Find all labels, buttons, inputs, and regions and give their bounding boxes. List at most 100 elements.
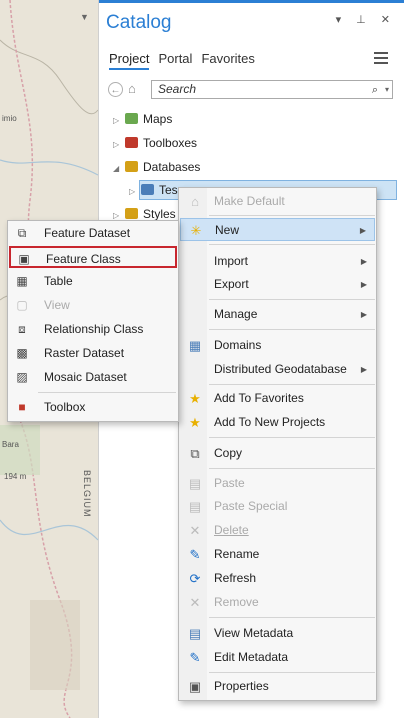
submenu-arrow-icon: ▶ xyxy=(360,365,367,374)
pane-window-controls[interactable]: ▾ ⊥ ✕ xyxy=(336,13,396,26)
tab-portal[interactable]: Portal xyxy=(158,51,192,70)
submenu-item-raster-dataset[interactable]: ▩ Raster Dataset xyxy=(9,342,177,364)
tab-favorites[interactable]: Favorites xyxy=(201,51,254,70)
menu-item-paste-special[interactable]: ▤ Paste Special xyxy=(180,495,375,518)
menu-separator xyxy=(209,299,375,300)
menu-separator xyxy=(209,244,375,245)
menu-item-import[interactable]: Import ▶ xyxy=(180,250,375,273)
home-icon: ⌂ xyxy=(191,194,199,209)
feature-class-icon: ▣ xyxy=(18,252,30,266)
submenu-arrow-icon: ▶ xyxy=(360,280,367,289)
new-submenu: ⧉ Feature Dataset ▣ Feature Class ▦ Tabl… xyxy=(7,220,179,422)
tree-item-maps[interactable]: ▷ Maps xyxy=(113,109,172,129)
expand-icon[interactable]: ▷ xyxy=(129,182,141,202)
folder-icon xyxy=(125,208,138,219)
tree-item-geodatabase[interactable]: ▷ Tes xyxy=(129,180,178,200)
x-icon: ✕ xyxy=(189,523,201,538)
menu-item-label: Distributed Geodatabase xyxy=(214,362,347,376)
menu-item-properties[interactable]: ▣ Properties xyxy=(180,675,375,698)
star-icon: ★ xyxy=(189,391,201,406)
menu-separator xyxy=(209,672,375,673)
submenu-item-label: Toolbox xyxy=(44,400,86,414)
menu-item-copy[interactable]: ⧉ Copy xyxy=(180,442,375,465)
submenu-arrow-icon: ▶ xyxy=(359,226,366,235)
document-icon: ▤ xyxy=(188,626,202,641)
menu-separator xyxy=(209,468,375,469)
menu-item-label: Edit Metadata xyxy=(214,650,289,664)
submenu-item-label: Feature Dataset xyxy=(44,226,131,240)
tree-item-databases[interactable]: ◢ Databases xyxy=(113,157,200,177)
menu-item-export[interactable]: Export ▶ xyxy=(180,273,375,296)
menu-item-label: Paste Special xyxy=(214,499,288,513)
menu-item-label: Manage xyxy=(214,307,258,321)
tree-item-label: Styles xyxy=(143,207,176,221)
refresh-icon: ⟳ xyxy=(189,571,201,586)
menu-item-edit-metadata[interactable]: ✎ Edit Metadata xyxy=(180,646,375,669)
map-place-label: imio xyxy=(2,114,17,123)
menu-item-manage[interactable]: Manage ▶ xyxy=(180,303,375,326)
menu-item-make-default[interactable]: ⌂ Make Default xyxy=(180,190,375,213)
map-dropdown-icon[interactable]: ▼ xyxy=(80,12,89,22)
toolbox-icon: ■ xyxy=(18,400,26,414)
menu-item-label: View Metadata xyxy=(214,626,294,640)
menu-item-rename[interactable]: ✎ Rename xyxy=(180,543,375,566)
view-icon: ▢ xyxy=(16,298,28,312)
menu-item-new[interactable]: ✳ New ▶ xyxy=(180,218,375,241)
menu-separator xyxy=(38,392,176,393)
submenu-item-feature-dataset[interactable]: ⧉ Feature Dataset xyxy=(9,222,177,244)
menu-separator xyxy=(209,329,375,330)
menu-icon[interactable] xyxy=(374,52,388,67)
expand-icon[interactable]: ▷ xyxy=(113,135,125,155)
search-input[interactable]: Search ⌕ ▾ xyxy=(151,80,393,99)
menu-item-add-to-favorites[interactable]: ★ Add To Favorites xyxy=(180,387,375,410)
tree-item-label: Maps xyxy=(143,112,173,126)
paste-icon: ▤ xyxy=(188,499,202,514)
tree-item-toolboxes[interactable]: ▷ Toolboxes xyxy=(113,133,197,153)
pane-title: Catalog xyxy=(106,12,172,33)
menu-separator xyxy=(209,437,375,438)
star-icon: ★ xyxy=(189,415,201,430)
submenu-item-label: Raster Dataset xyxy=(44,346,125,360)
submenu-item-mosaic-dataset[interactable]: ▨ Mosaic Dataset xyxy=(9,366,177,388)
raster-dataset-icon: ▩ xyxy=(16,346,28,360)
tab-project[interactable]: Project xyxy=(109,51,150,70)
tree-item-label: Toolboxes xyxy=(143,136,198,150)
folder-icon xyxy=(125,137,138,148)
submenu-item-feature-class[interactable]: ▣ Feature Class xyxy=(9,246,177,268)
search-icon[interactable]: ⌕ xyxy=(372,82,378,99)
map-country-label: BELGIUM xyxy=(82,470,92,518)
menu-item-label: Remove xyxy=(214,595,259,609)
menu-item-label: Import xyxy=(214,254,249,268)
menu-item-domains[interactable]: ▦ Domains xyxy=(180,334,375,357)
folder-icon xyxy=(125,113,138,124)
tree-item-label: Databases xyxy=(143,160,201,174)
menu-item-add-to-new-projects[interactable]: ★ Add To New Projects xyxy=(180,411,375,434)
menu-item-label: Domains xyxy=(214,338,262,352)
menu-item-label: New xyxy=(215,223,240,237)
menu-item-remove[interactable]: ✕ Remove xyxy=(180,591,375,614)
mosaic-dataset-icon: ▨ xyxy=(16,370,28,384)
submenu-item-label: View xyxy=(44,298,70,312)
menu-item-delete[interactable]: ✕ Delete xyxy=(180,519,375,542)
home-icon[interactable]: ⌂ xyxy=(128,81,136,96)
relationship-class-icon: ⧈ xyxy=(18,322,26,336)
collapse-icon[interactable]: ◢ xyxy=(113,159,125,179)
submenu-item-label: Relationship Class xyxy=(44,322,144,336)
chevron-down-icon[interactable]: ▾ xyxy=(385,81,389,98)
menu-item-refresh[interactable]: ⟳ Refresh xyxy=(180,567,375,590)
submenu-item-toolbox[interactable]: ■ Toolbox xyxy=(9,396,177,418)
submenu-item-table[interactable]: ▦ Table xyxy=(9,270,177,292)
submenu-item-label: Mosaic Dataset xyxy=(44,370,127,384)
menu-item-paste[interactable]: ▤ Paste xyxy=(180,472,375,495)
expand-icon[interactable]: ▷ xyxy=(113,111,125,131)
menu-item-view-metadata[interactable]: ▤ View Metadata xyxy=(180,622,375,645)
menu-item-distributed-geodatabase[interactable]: Distributed Geodatabase ▶ xyxy=(180,358,375,381)
submenu-item-relationship-class[interactable]: ⧈ Relationship Class xyxy=(9,318,177,340)
copy-icon: ⧉ xyxy=(190,446,200,461)
back-icon[interactable]: ← xyxy=(108,82,123,97)
submenu-item-view[interactable]: ▢ View xyxy=(9,294,177,316)
pane-accent-bar xyxy=(99,0,404,3)
domains-icon: ▦ xyxy=(188,338,202,353)
menu-item-label: Add To New Projects xyxy=(214,415,326,429)
menu-item-label: Add To Favorites xyxy=(214,391,304,405)
